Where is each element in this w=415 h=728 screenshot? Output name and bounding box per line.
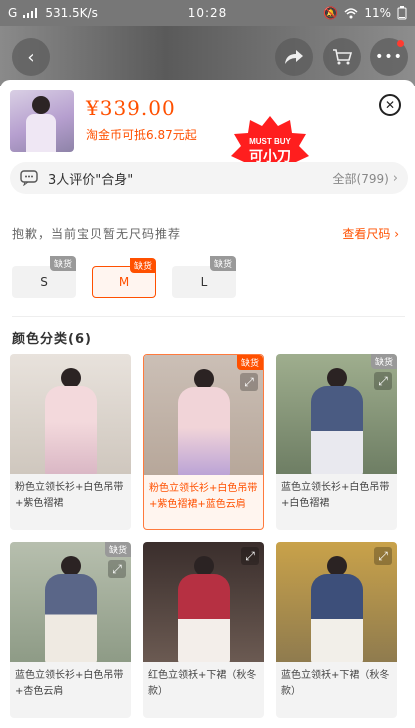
color-heading: 颜色分类(6) bbox=[12, 332, 92, 347]
stock-tag: 缺货 bbox=[370, 354, 397, 369]
expand-icon[interactable]: ⤢ bbox=[240, 373, 258, 391]
color-caption: 红色立领袄+下裙（秋冬款） bbox=[148, 670, 257, 697]
color-option-3[interactable]: 缺货 ⤢ 蓝色立领长衫+白色吊带+白色褶裙 bbox=[276, 354, 397, 530]
size-label: M bbox=[118, 275, 130, 289]
product-price: ¥339.00 bbox=[86, 96, 176, 120]
expand-icon[interactable]: ⤢ bbox=[374, 372, 392, 390]
color-caption: 蓝色立领袄+下裙（秋冬款） bbox=[281, 670, 390, 697]
status-bar: G 531.5K/s 10:28 🔕 11% bbox=[0, 0, 415, 26]
figure-head bbox=[193, 556, 214, 576]
figure-body bbox=[44, 574, 97, 662]
figure-head bbox=[193, 369, 214, 389]
wifi-icon bbox=[344, 7, 358, 18]
stock-tag: 缺货 bbox=[104, 542, 131, 557]
product-thumbnail[interactable] bbox=[10, 90, 74, 152]
expand-icon[interactable]: ⤢ bbox=[108, 560, 126, 578]
more-button[interactable]: ••• bbox=[370, 38, 408, 76]
notification-dot bbox=[397, 40, 404, 47]
size-options: S 缺货 M 缺货 L 缺货 bbox=[12, 256, 236, 298]
stock-tag: 缺货 bbox=[236, 355, 263, 370]
signal-icon: G bbox=[8, 6, 18, 20]
review-summary[interactable]: 3人评价"合身" 全部(799) › bbox=[10, 162, 408, 194]
color-option-2[interactable]: 缺货 ⤢ 粉色立领长衫+白色吊带+紫色褶裙+蓝色云肩 bbox=[143, 354, 264, 530]
expand-icon[interactable]: ⤢ bbox=[241, 547, 259, 565]
figure-body bbox=[177, 574, 230, 662]
stock-tag: 缺货 bbox=[49, 256, 76, 271]
color-image bbox=[10, 354, 131, 474]
close-icon: ✕ bbox=[384, 98, 396, 112]
coin-deduction: 淘金币可抵6.87元起 bbox=[86, 128, 197, 142]
close-button[interactable]: ✕ bbox=[379, 94, 401, 116]
divider bbox=[12, 316, 405, 317]
share-button[interactable] bbox=[275, 38, 313, 76]
size-hint-text: 抱歉，当前宝贝暂无尺码推荐 bbox=[12, 227, 182, 241]
color-caption: 蓝色立领长衫+白色吊带+杏色云肩 bbox=[15, 670, 124, 697]
figure-head bbox=[326, 556, 347, 576]
chevron-right-icon: › bbox=[392, 170, 398, 186]
figure-head bbox=[326, 368, 347, 388]
color-option-6[interactable]: ⤢ 蓝色立领袄+下裙（秋冬款） bbox=[276, 542, 397, 718]
size-label: S bbox=[40, 275, 48, 289]
mute-icon: 🔕 bbox=[323, 6, 339, 20]
figure-body bbox=[310, 574, 363, 662]
expand-icon[interactable]: ⤢ bbox=[374, 547, 392, 565]
battery-level: 11% bbox=[364, 6, 391, 20]
signal-bars-icon bbox=[23, 8, 38, 18]
figure-body bbox=[44, 386, 97, 474]
badge-top-text: MUST BUY bbox=[249, 137, 291, 146]
back-button[interactable]: ‹ bbox=[12, 38, 50, 76]
size-chart-link[interactable]: 查看尺码 › bbox=[342, 225, 399, 242]
color-caption: 粉色立领长衫+白色吊带+紫色褶裙 bbox=[15, 482, 124, 509]
review-all-link[interactable]: 全部(799) bbox=[333, 170, 389, 187]
color-option-1[interactable]: 粉色立领长衫+白色吊带+紫色褶裙 bbox=[10, 354, 131, 530]
share-icon bbox=[285, 50, 303, 64]
stock-tag: 缺货 bbox=[129, 258, 156, 273]
color-options-grid: 粉色立领长衫+白色吊带+紫色褶裙 缺货 ⤢ 粉色立领长衫+白色吊带+紫色褶裙+蓝… bbox=[10, 354, 407, 718]
sku-selector-sheet: ¥339.00 淘金币可抵6.87元起 ✕ MUST BUY 可小刀 3人评价"… bbox=[0, 80, 415, 728]
size-chart-label: 查看尺码 bbox=[342, 227, 391, 241]
battery-icon bbox=[397, 6, 407, 20]
stock-tag: 缺货 bbox=[209, 256, 236, 271]
color-option-5[interactable]: ⤢ 红色立领袄+下裙（秋冬款） bbox=[143, 542, 264, 718]
chevron-right-icon: › bbox=[394, 227, 399, 241]
size-option-l[interactable]: L 缺货 bbox=[172, 256, 236, 298]
size-label: L bbox=[200, 275, 208, 289]
color-caption: 蓝色立领长衫+白色吊带+白色褶裙 bbox=[281, 482, 390, 509]
figure-head bbox=[60, 556, 81, 576]
size-option-m[interactable]: M 缺货 bbox=[92, 258, 156, 298]
chat-icon bbox=[20, 170, 38, 186]
review-text: 3人评价"合身" bbox=[48, 172, 134, 188]
figure-head bbox=[60, 368, 81, 388]
more-dots-icon: ••• bbox=[375, 49, 403, 65]
size-option-s[interactable]: S 缺货 bbox=[12, 256, 76, 298]
network-speed: 531.5K/s bbox=[45, 6, 98, 20]
cart-icon bbox=[333, 49, 352, 65]
figure-body bbox=[310, 386, 363, 474]
color-caption: 粉色立领长衫+白色吊带+紫色褶裙+蓝色云肩 bbox=[149, 483, 258, 510]
figure-body bbox=[177, 387, 230, 475]
chevron-left-icon: ‹ bbox=[27, 46, 35, 68]
cart-button[interactable] bbox=[323, 38, 361, 76]
status-time: 10:28 bbox=[187, 6, 228, 20]
color-option-4[interactable]: 缺货 ⤢ 蓝色立领长衫+白色吊带+杏色云肩 bbox=[10, 542, 131, 718]
